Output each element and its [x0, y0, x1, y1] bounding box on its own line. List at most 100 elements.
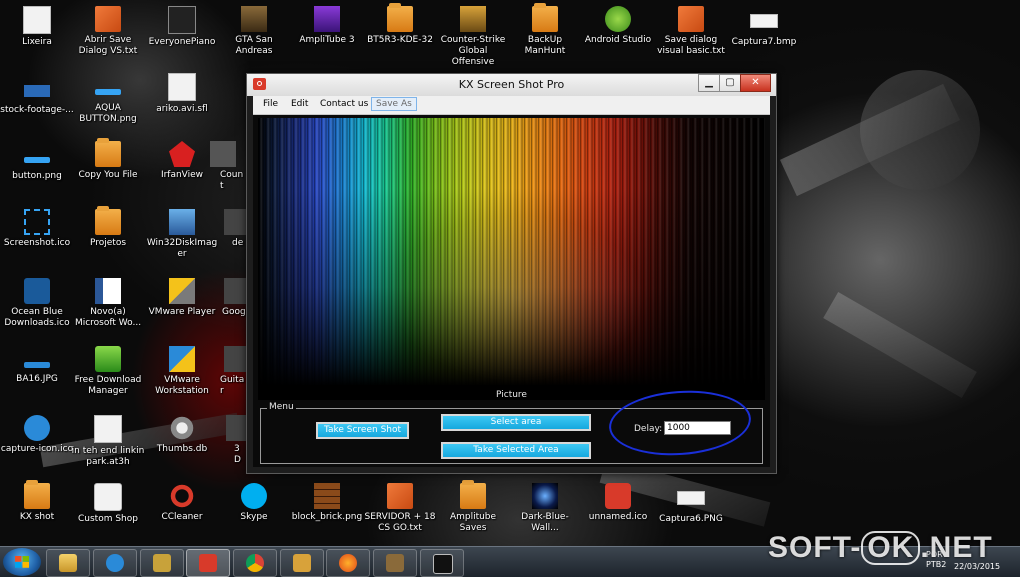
desktop-icon-label: Copy You File — [78, 170, 138, 180]
desktop-icon-thumbs-db[interactable]: Thumbs.db — [145, 415, 219, 455]
csgo-game-icon — [460, 6, 486, 32]
taskbar-udk[interactable] — [420, 549, 464, 577]
window-client-area: File Edit Contact us Save As Picture Men… — [253, 96, 770, 467]
desktop-icon-unnamed-ico[interactable]: unnamed.ico — [581, 483, 655, 523]
desktop-icon-abrir-save-dialog[interactable]: Abrir Save Dialog VS.txt — [71, 6, 145, 57]
desktop-icon-label: VMware Workstation — [155, 375, 209, 396]
desktop-icon-in-teh-end[interactable]: in teh end linkin park.at3h — [71, 415, 145, 468]
desktop-icon-lixeira[interactable]: Lixeira — [0, 6, 74, 48]
screenshot-icon — [24, 209, 50, 235]
desktop-icon-ccleaner[interactable]: CCleaner — [145, 483, 219, 523]
desktop-icon-capture-icon[interactable]: capture-icon.ico — [0, 415, 74, 455]
desktop-icon-ariko[interactable]: ariko.avi.sfl — [145, 73, 219, 115]
desktop-icon-copy-you-file[interactable]: Copy You File — [71, 138, 145, 181]
desktop-icon-android-studio[interactable]: Android Studio — [581, 6, 655, 46]
desktop-icon-label: Count — [220, 170, 244, 191]
watermark-left: SOFT- — [768, 531, 862, 564]
desktop-icon-button-png[interactable]: button.png — [0, 147, 74, 182]
desktop-icon-ba16[interactable]: BA16.JPG — [0, 352, 74, 385]
start-button[interactable] — [3, 548, 41, 576]
select-area-button[interactable]: Select area — [441, 414, 591, 431]
taskbar-counter-strike[interactable] — [140, 549, 184, 577]
desktop-icon-csgo[interactable]: Counter-Strike Global Offensive — [436, 6, 510, 68]
kx-screenshot-icon — [199, 554, 217, 572]
desktop-icon-vmware-workstation[interactable]: VMware Workstation — [145, 346, 219, 397]
tgc-app-icon — [106, 554, 124, 572]
taskbar-file-explorer[interactable] — [46, 549, 90, 577]
desktop-icon-novo-word[interactable]: Novo(a) Microsoft Wo... — [71, 278, 145, 329]
camera-icon — [24, 415, 50, 441]
desktop-icon-label: CCleaner — [161, 512, 203, 522]
desktop-icon-amplitube-saves[interactable]: Amplitube Saves — [436, 480, 510, 534]
menu-edit[interactable]: Edit — [291, 99, 308, 109]
watermark-logo: SOFT- OK .NET — [768, 531, 993, 565]
taskbar-firefox[interactable] — [326, 549, 370, 577]
desktop-icon-vmware-player[interactable]: VMware Player — [145, 278, 219, 318]
desktop-icon-label: BT5R3-KDE-32 — [367, 35, 433, 45]
take-selected-area-button[interactable]: Take Selected Area — [441, 442, 591, 459]
desktop-icon-free-download-manager[interactable]: Free Download Manager — [71, 346, 145, 397]
desktop-icon-everyonepiano[interactable]: EveryonePiano — [145, 6, 219, 48]
generic-file-icon — [210, 141, 236, 167]
take-screenshot-button[interactable]: Take Screen Shot — [316, 422, 409, 439]
maximize-button[interactable]: ▢ — [719, 74, 741, 92]
desktop-icon-backup-manhunt[interactable]: BackUp ManHunt — [508, 3, 582, 57]
desktop-icon-aqua-button[interactable]: AQUA BUTTON.png — [71, 79, 145, 125]
desktop-icon-label: Guitar — [220, 375, 245, 396]
picture-fade — [258, 118, 765, 400]
folder-icon — [387, 3, 413, 32]
vmware-icon — [169, 278, 195, 304]
minimize-button[interactable]: ▁ — [698, 74, 720, 92]
desktop-icon-label: Ocean Blue Downloads.ico — [4, 307, 70, 328]
taskbar-chrome[interactable] — [233, 549, 277, 577]
desktop-icon-goog[interactable]: Goog — [218, 278, 250, 318]
folder-icon — [532, 3, 558, 32]
desktop-icon-stock-footage[interactable]: stock-footage-... — [0, 79, 74, 116]
menu-file[interactable]: File — [263, 99, 278, 109]
kx-screenshot-window: KX Screen Shot Pro ▁ ▢ ✕ File Edit Conta… — [246, 73, 777, 474]
image-file-icon — [532, 483, 558, 509]
desktop-icon-guitar[interactable]: Guitar — [218, 346, 250, 397]
taskbar-kx-screenshot[interactable] — [186, 549, 230, 577]
screenshot-picture — [258, 118, 765, 400]
desktop-icon-projetos[interactable]: Projetos — [71, 206, 145, 249]
menu-groupbox-title: Menu — [267, 402, 296, 412]
desktop-icon-kx-shot[interactable]: KX shot — [0, 480, 74, 523]
vmware-icon — [169, 346, 195, 372]
guitar-app-icon — [94, 483, 122, 511]
desktop-icon-custom-shop[interactable]: Custom Shop — [71, 483, 145, 525]
taskbar-csgo[interactable] — [280, 549, 324, 577]
desktop-icon-screenshot-ico[interactable]: Screenshot.ico — [0, 209, 74, 249]
desktop-icon-count[interactable]: Count — [198, 141, 246, 192]
desktop-icon-bt5r3[interactable]: BT5R3-KDE-32 — [363, 3, 437, 46]
desktop-icon-block-brick[interactable]: block_brick.png — [290, 483, 364, 523]
folder-icon — [95, 206, 121, 235]
desktop-icon-label: Lixeira — [22, 37, 52, 47]
menu-save-as[interactable]: Save As — [371, 97, 417, 111]
desktop-icon-label: Projetos — [89, 238, 127, 248]
gta-icon — [386, 554, 404, 572]
desktop-icon-win32diskimager[interactable]: Win32DiskImager — [145, 209, 219, 260]
desktop-icon-captura7[interactable]: Captura7.bmp — [727, 6, 801, 48]
desktop-icon-gta[interactable]: GTA San Andreas — [217, 6, 291, 57]
desktop-icon-3d[interactable]: 3D — [222, 415, 252, 466]
window-title: KX Screen Shot Pro — [458, 78, 565, 91]
desktop-icon-label: Skype — [240, 512, 268, 522]
desktop-icon-amplitube[interactable]: AmpliTube 3 — [290, 6, 364, 46]
title-bar[interactable]: KX Screen Shot Pro ▁ ▢ ✕ — [247, 74, 776, 96]
chrome-icon — [246, 554, 264, 572]
desktop-icon-captura6[interactable]: Captura6.PNG — [654, 483, 728, 525]
image-file-icon — [750, 14, 778, 28]
menu-contact-us[interactable]: Contact us — [320, 99, 368, 109]
desktop-icon-dark-blue-wall[interactable]: Dark-Blue-Wall... — [508, 483, 582, 534]
desktop-icon-save-dialog-vb[interactable]: Save dialog visual basic.txt — [654, 6, 728, 57]
desktop-icon-servidor[interactable]: SERVIDOR + 18 CS GO.txt — [363, 483, 437, 534]
desktop-icon-ocean-blue[interactable]: Ocean Blue Downloads.ico — [0, 278, 74, 329]
desktop-icon-skype[interactable]: Skype — [217, 483, 291, 523]
taskbar-gta[interactable] — [373, 549, 417, 577]
taskbar-tgc-app[interactable] — [93, 549, 137, 577]
csgo-icon — [293, 554, 311, 572]
close-button[interactable]: ✕ — [740, 74, 771, 92]
desktop-icon-de[interactable]: de — [218, 209, 250, 249]
desktop-icon-label: unnamed.ico — [588, 512, 648, 522]
